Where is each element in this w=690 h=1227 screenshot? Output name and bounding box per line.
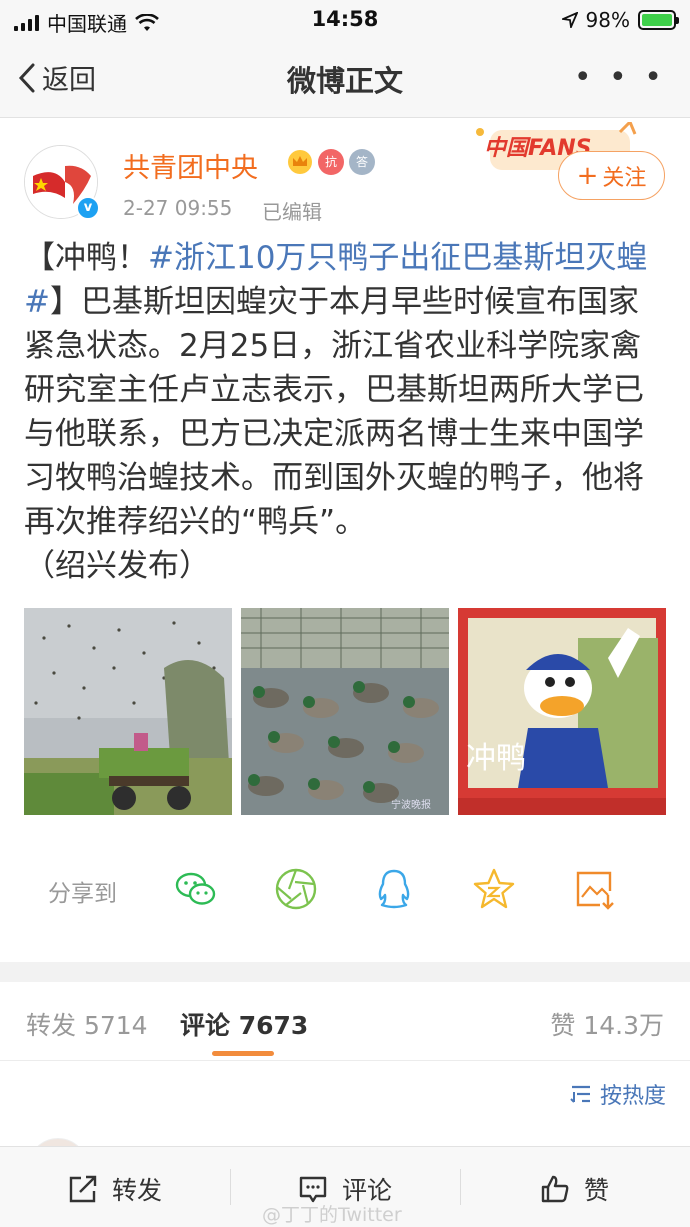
post-image-2[interactable]: 宁波晚报 bbox=[241, 608, 449, 815]
like-tab-label: 赞 bbox=[550, 1011, 576, 1040]
image-watermark: 宁波晚报 bbox=[391, 798, 431, 811]
repost-tab-label: 转发 bbox=[26, 1011, 77, 1040]
edited-label: 已编辑 bbox=[262, 200, 322, 224]
author-name[interactable]: 共青团中央 bbox=[123, 146, 258, 185]
follow-label: 关注 bbox=[602, 165, 647, 191]
post-image-3[interactable]: 冲鸭 bbox=[458, 608, 666, 815]
repost-count: 5714 bbox=[83, 1011, 148, 1040]
comment-count: 7673 bbox=[238, 1011, 309, 1040]
tabs-divider bbox=[0, 1060, 690, 1061]
follow-button[interactable]: + 关注 bbox=[558, 151, 665, 200]
like-button[interactable]: 赞 bbox=[540, 1171, 609, 1207]
image-caption: 冲鸭 bbox=[466, 741, 526, 776]
status-bar: 中国联通 14:58 98% bbox=[0, 0, 690, 40]
post-source: （绍兴发布） bbox=[24, 548, 210, 584]
post-lead: 【冲鸭！ bbox=[24, 240, 148, 276]
post-image-1[interactable] bbox=[24, 608, 232, 815]
share-label: 分享到 bbox=[48, 881, 117, 907]
save-image-icon[interactable] bbox=[572, 867, 616, 911]
ducks-photo: 宁波晚报 bbox=[241, 608, 449, 815]
location-arrow-icon bbox=[561, 12, 578, 28]
section-divider bbox=[0, 962, 690, 982]
sort-icon bbox=[570, 1085, 590, 1103]
post-body: 】巴基斯坦因蝗灾于本月早些时候宣布国家紧急状态。2月25日，浙江省农业科学院家禽… bbox=[24, 284, 644, 540]
post-time: 2-27 09:55 bbox=[123, 196, 233, 220]
sort-by-hot-button[interactable]: 按热度 bbox=[570, 1078, 666, 1110]
plus-icon: + bbox=[576, 160, 599, 191]
sort-label: 按热度 bbox=[599, 1084, 666, 1109]
more-icon[interactable]: • • • bbox=[574, 60, 666, 95]
battery-icon bbox=[638, 10, 679, 30]
repost-label: 转发 bbox=[112, 1176, 163, 1205]
crown-badge-icon bbox=[288, 150, 312, 174]
repost-icon bbox=[69, 1175, 97, 1203]
anti-epidemic-badge: 抗 bbox=[318, 149, 344, 175]
tab-likes[interactable]: 赞 14.3万 bbox=[550, 1006, 664, 1042]
moments-icon[interactable] bbox=[274, 867, 318, 911]
nav-bar: 返回 微博正文 • • • bbox=[0, 40, 690, 118]
post-text: 【冲鸭！#浙江10万只鸭子出征巴基斯坦灭蝗#】巴基斯坦因蝗灾于本月早些时候宣布国… bbox=[24, 236, 669, 588]
qzone-icon[interactable] bbox=[472, 867, 516, 911]
locust-tractor-photo bbox=[24, 608, 232, 815]
comment-tab-label: 评论 bbox=[180, 1011, 231, 1040]
like-label: 赞 bbox=[584, 1176, 610, 1205]
thumbs-up-icon bbox=[541, 1175, 569, 1203]
active-tab-indicator bbox=[212, 1051, 274, 1056]
repost-button[interactable]: 转发 bbox=[68, 1171, 162, 1207]
donald-duck-photo: 冲鸭 bbox=[458, 608, 666, 815]
tab-reposts[interactable]: 转发 5714 bbox=[26, 1006, 148, 1042]
medal-badge: 答 bbox=[349, 149, 375, 175]
verified-icon: v bbox=[76, 196, 100, 220]
wechat-icon[interactable] bbox=[174, 867, 218, 911]
tab-comments[interactable]: 评论 7673 bbox=[180, 1006, 308, 1042]
qq-icon[interactable] bbox=[372, 867, 416, 911]
like-count: 14.3万 bbox=[583, 1011, 664, 1040]
watermark-text: @丁丁的Twitter bbox=[262, 1204, 402, 1226]
battery-percent: 98% bbox=[585, 8, 630, 32]
